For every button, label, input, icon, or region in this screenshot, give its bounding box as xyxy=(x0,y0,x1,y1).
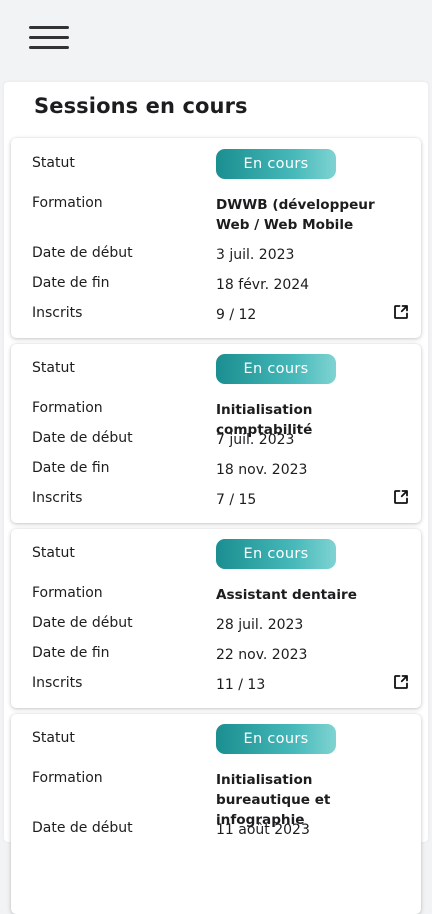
status-badge: En cours xyxy=(216,149,336,179)
statut-label: Statut xyxy=(32,360,75,376)
inscrits-label: Inscrits xyxy=(32,305,83,321)
date-fin-label: Date de fin xyxy=(32,460,110,476)
external-link-icon[interactable] xyxy=(392,303,410,321)
statut-label: Statut xyxy=(32,545,75,561)
date-debut-value: 11 août 2023 xyxy=(216,822,310,838)
hamburger-menu-icon[interactable] xyxy=(29,26,69,50)
date-fin-value: 18 févr. 2024 xyxy=(216,277,310,293)
inscrits-label: Inscrits xyxy=(32,675,83,691)
status-badge: En cours xyxy=(216,724,336,754)
date-debut-label: Date de début xyxy=(32,615,133,631)
date-debut-value: 3 juil. 2023 xyxy=(216,247,295,263)
formation-label: Formation xyxy=(32,585,103,601)
status-badge: En cours xyxy=(216,354,336,384)
session-card: Statut En cours Formation Assistant dent… xyxy=(11,529,421,708)
date-fin-value: 22 nov. 2023 xyxy=(216,647,308,663)
date-debut-label: Date de début xyxy=(32,430,133,446)
date-fin-label: Date de fin xyxy=(32,645,110,661)
statut-label: Statut xyxy=(32,730,75,746)
formation-value: Assistant dentaire xyxy=(216,587,357,603)
date-debut-value: 7 juil. 2023 xyxy=(216,432,295,448)
date-debut-label: Date de début xyxy=(32,245,133,261)
status-badge: En cours xyxy=(216,539,336,569)
formation-label: Formation xyxy=(32,195,103,211)
external-link-icon[interactable] xyxy=(392,488,410,506)
inscrits-value: 9 / 12 xyxy=(216,307,257,323)
statut-label: Statut xyxy=(32,155,75,171)
session-card: Statut En cours Formation Initialisation… xyxy=(11,714,421,914)
date-debut-value: 28 juil. 2023 xyxy=(216,617,304,633)
session-card: Statut En cours Formation DWWB (développ… xyxy=(11,138,421,338)
session-card: Statut En cours Formation Initialisation… xyxy=(11,344,421,523)
date-fin-label: Date de fin xyxy=(32,275,110,291)
date-debut-label: Date de début xyxy=(32,820,133,836)
top-bar xyxy=(0,0,432,82)
inscrits-label: Inscrits xyxy=(32,490,83,506)
formation-label: Formation xyxy=(32,400,103,416)
formation-label: Formation xyxy=(32,770,103,786)
sessions-panel: Sessions en cours Statut En cours Format… xyxy=(4,82,428,914)
external-link-icon[interactable] xyxy=(392,673,410,691)
inscrits-value: 11 / 13 xyxy=(216,677,266,693)
inscrits-value: 7 / 15 xyxy=(216,492,257,508)
formation-value: DWWB (développeur Web / Web Mobile xyxy=(216,197,375,233)
page-title: Sessions en cours xyxy=(34,94,248,118)
date-fin-value: 18 nov. 2023 xyxy=(216,462,308,478)
